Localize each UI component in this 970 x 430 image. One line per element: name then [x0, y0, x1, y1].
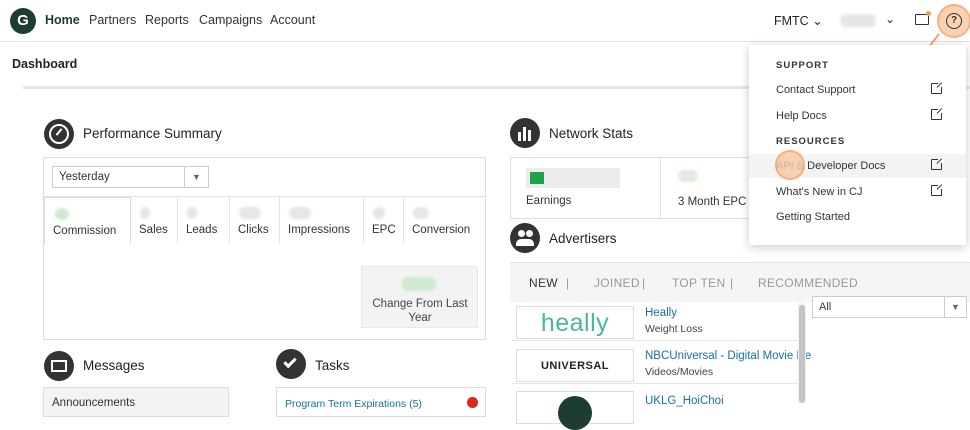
metric-impressions[interactable]: Impressions [280, 197, 364, 244]
advertiser-category: Videos/Movies [645, 366, 714, 378]
nav-account[interactable]: Account [270, 13, 315, 27]
messages-panel: Announcements [43, 387, 229, 417]
menu-item-getting-started[interactable]: Getting Started [749, 205, 966, 229]
help-dropdown-menu: SUPPORT Contact Support Help Docs RESOUR… [749, 45, 966, 245]
period-value: Yesterday [59, 171, 110, 183]
triangle-down-icon: ▼ [184, 167, 208, 187]
metric-commission[interactable]: Commission [44, 197, 131, 244]
metric-leads[interactable]: Leads [178, 197, 230, 244]
metric-epc[interactable]: EPC [364, 197, 404, 244]
chevron-down-icon: ⌄ [812, 14, 823, 28]
resources-heading: RESOURCES [776, 136, 846, 147]
nav-partners[interactable]: Partners [89, 13, 136, 27]
advertiser-logo: UNIVERSAL [516, 349, 634, 382]
tasks-panel: Program Term Expirations (5) [276, 387, 486, 417]
advertiser-logo [516, 391, 634, 430]
epc-label: 3 Month EPC [678, 196, 747, 208]
advertiser-name[interactable]: UKLG_HoiChoi [645, 395, 724, 407]
checkmark-icon [276, 349, 306, 379]
tab-new[interactable]: NEW [529, 276, 558, 290]
filter-value: All [819, 301, 832, 313]
divider [660, 157, 661, 219]
period-select[interactable]: Yesterday ▼ [52, 166, 209, 188]
list-item[interactable]: UKLG_HoiChoi [512, 388, 800, 430]
user-name-redacted[interactable] [840, 14, 876, 27]
change-label: Change From Last Year [372, 298, 468, 324]
nav-reports[interactable]: Reports [145, 13, 189, 27]
advertiser-name[interactable]: Heally [645, 307, 677, 319]
change-from-last-year: Change From Last Year [361, 266, 478, 328]
epc-value-redacted [678, 170, 698, 182]
messages-title: Messages [83, 358, 145, 373]
list-item[interactable]: heally Heally Weight Loss [512, 303, 800, 341]
tab-joined[interactable]: JOINED [594, 276, 640, 290]
support-heading: SUPPORT [776, 60, 829, 71]
org-switcher[interactable]: FMTC ⌄ [774, 13, 823, 28]
advertiser-logo: heally [516, 306, 634, 339]
advertiser-filter-select[interactable]: All ▼ [812, 296, 967, 318]
tab-recommended[interactable]: RECOMMENDED [758, 276, 858, 290]
tasks-title: Tasks [315, 358, 350, 373]
earnings-value-redacted [526, 168, 620, 188]
nav-home[interactable]: Home [45, 13, 80, 27]
earnings-label: Earnings [526, 195, 572, 207]
envelope-icon [44, 351, 74, 381]
advertiser-name[interactable]: NBCUniversal - Digital Movie De [645, 350, 811, 362]
tab-separator: | [566, 276, 570, 290]
list-item[interactable]: UNIVERSAL NBCUniversal - Digital Movie D… [512, 346, 811, 384]
help-icon[interactable]: ? [946, 13, 962, 29]
metric-sales[interactable]: Sales [131, 197, 178, 244]
top-navigation: G Home Partners Reports Campaigns Accoun… [0, 0, 970, 42]
announcements-tab[interactable]: Announcements [52, 397, 135, 409]
speedometer-icon [44, 119, 74, 149]
tab-separator: | [642, 276, 646, 290]
scrollbar[interactable] [798, 303, 806, 403]
tab-separator: | [730, 276, 734, 290]
advertisers-title: Advertisers [549, 231, 617, 246]
metric-conversion[interactable]: Conversion [404, 197, 485, 244]
chevron-down-icon[interactable]: ⌄ [885, 12, 895, 26]
users-icon [510, 223, 540, 253]
org-name: FMTC [774, 14, 809, 28]
task-link[interactable]: Program Term Expirations (5) [285, 398, 422, 410]
menu-item-contact-support[interactable]: Contact Support [749, 78, 966, 102]
metric-clicks[interactable]: Clicks [230, 197, 280, 244]
network-stats-title: Network Stats [549, 126, 634, 141]
cj-logo[interactable]: G [10, 8, 36, 34]
click-highlight-ring [775, 150, 805, 180]
network-stats-panel [510, 157, 760, 219]
tab-top-ten[interactable]: TOP TEN [672, 276, 725, 290]
page-title: Dashboard [12, 57, 78, 71]
notification-dot [926, 11, 931, 16]
triangle-down-icon: ▼ [944, 297, 966, 317]
external-link-icon [931, 107, 944, 120]
bar-chart-icon [510, 118, 540, 148]
external-link-icon [931, 81, 944, 94]
menu-item-whats-new[interactable]: What's New in CJ [749, 180, 966, 204]
external-link-icon [931, 157, 944, 170]
menu-item-help-docs[interactable]: Help Docs [749, 104, 966, 128]
advertiser-category: Weight Loss [645, 323, 703, 335]
performance-summary-title: Performance Summary [83, 126, 222, 141]
external-link-icon [931, 183, 944, 196]
nav-campaigns[interactable]: Campaigns [199, 13, 262, 27]
